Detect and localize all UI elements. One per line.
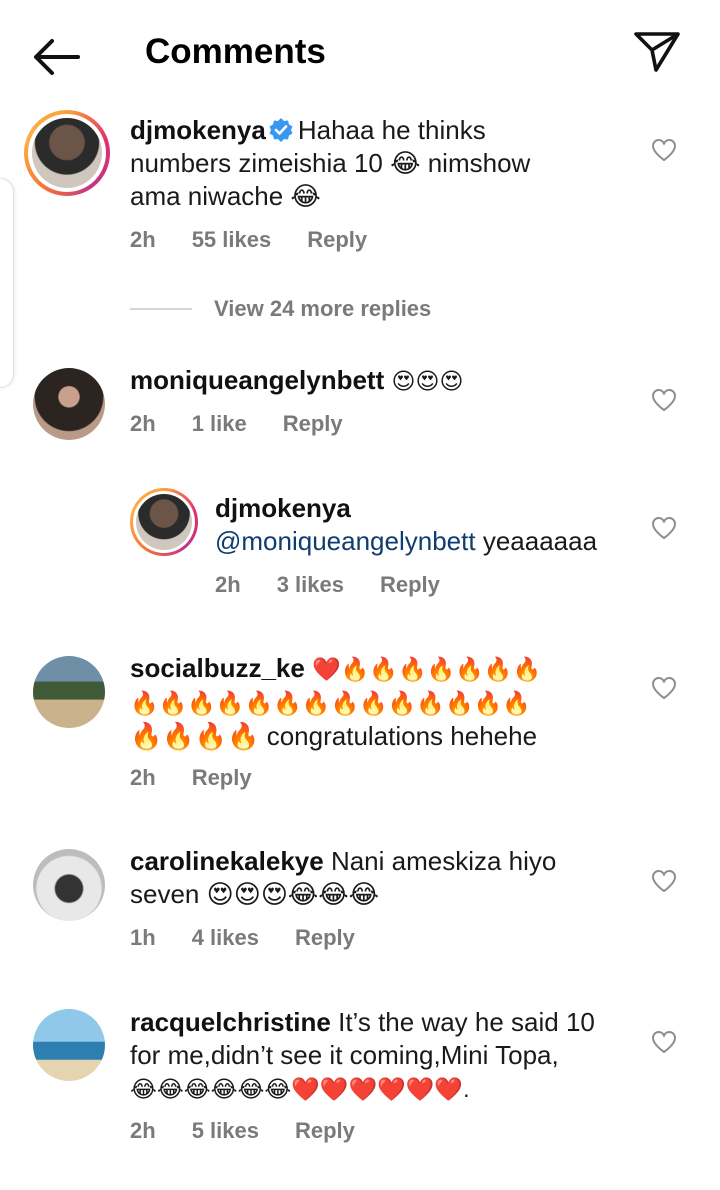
comment-username[interactable]: carolinekalekye: [130, 846, 324, 876]
comment-time: 2h: [130, 1118, 156, 1143]
comment-text-line: It’s the way he said 10: [338, 1007, 595, 1037]
comment-text-line: numbers zimeishia 10 😂 nimshow: [130, 148, 531, 178]
comment-text-line: ama niwache 😂: [130, 181, 321, 211]
avatar[interactable]: [136, 494, 192, 550]
comment-text-line: 🔥🔥🔥🔥🔥🔥🔥🔥🔥🔥🔥🔥🔥🔥: [130, 690, 531, 716]
view-more-replies-label: View 24 more replies: [214, 296, 432, 321]
comment-time: 2h: [215, 572, 241, 597]
header-bar: Comments: [0, 0, 720, 106]
reply-button[interactable]: Reply: [283, 411, 343, 436]
verified-badge-icon: [269, 118, 293, 142]
comment-meta: 2h 1 like Reply: [130, 411, 379, 437]
side-drawer-handle[interactable]: [0, 178, 14, 388]
avatar[interactable]: [33, 656, 105, 728]
avatar[interactable]: [33, 368, 105, 440]
comment-text-line: 😍😍😍: [391, 368, 464, 394]
comment-text-line: for me,didn’t see it coming,Mini Topa,: [130, 1040, 559, 1070]
avatar[interactable]: [33, 849, 105, 921]
comment-username[interactable]: moniqueangelynbett: [130, 365, 384, 395]
comment-meta: 2h 55 likes Reply: [130, 227, 403, 253]
heart-icon[interactable]: [651, 869, 677, 893]
reply-button[interactable]: Reply: [295, 1118, 355, 1143]
comment-time: 1h: [130, 925, 156, 950]
comment-text-line: Hahaa he thinks: [297, 115, 486, 145]
heart-icon[interactable]: [651, 516, 677, 540]
divider: [130, 308, 192, 310]
comment-text-line: seven 😍😍😍😂😂😂: [130, 879, 380, 909]
paper-plane-icon[interactable]: [632, 30, 682, 74]
like-count[interactable]: 4 likes: [192, 925, 259, 950]
heart-icon[interactable]: [651, 388, 677, 412]
comment-meta: 2h 3 likes Reply: [215, 572, 476, 598]
comment-text-line: ❤️🔥🔥🔥🔥🔥🔥🔥: [312, 656, 542, 682]
avatar[interactable]: [33, 1009, 105, 1081]
comment-time: 2h: [130, 227, 156, 252]
mention-link[interactable]: @moniqueangelynbett: [215, 526, 476, 556]
like-count[interactable]: 3 likes: [277, 572, 344, 597]
heart-icon[interactable]: [651, 1030, 677, 1054]
comment-text-line: 😂😂😂😂😂😂❤️❤️❤️❤️❤️❤️.: [130, 1076, 470, 1102]
view-more-replies-button[interactable]: View 24 more replies: [130, 292, 431, 326]
comment-username[interactable]: djmokenya: [215, 493, 351, 523]
comment-text-line: Nani ameskiza hiyo: [330, 846, 557, 876]
avatar[interactable]: [32, 118, 102, 188]
heart-icon[interactable]: [651, 676, 677, 700]
like-count[interactable]: 55 likes: [192, 227, 272, 252]
reply-button[interactable]: Reply: [192, 765, 252, 790]
like-count[interactable]: 5 likes: [192, 1118, 259, 1143]
reply-button[interactable]: Reply: [380, 572, 440, 597]
comment-meta: 2h 5 likes Reply: [130, 1118, 391, 1144]
page-title: Comments: [145, 32, 326, 71]
heart-icon[interactable]: [651, 138, 677, 162]
like-count[interactable]: 1 like: [192, 411, 247, 436]
comment-time: 2h: [130, 765, 156, 790]
comment-time: 2h: [130, 411, 156, 436]
comment-meta: 1h 4 likes Reply: [130, 925, 391, 951]
comment-username[interactable]: djmokenya: [130, 115, 266, 145]
comment-username[interactable]: socialbuzz_ke: [130, 653, 305, 683]
comment-text-line: 🔥🔥🔥🔥 congratulations hehehe: [130, 721, 538, 751]
comment-meta: 2h Reply: [130, 765, 288, 791]
comment-text-line: yeaaaaaa: [482, 526, 598, 556]
reply-button[interactable]: Reply: [307, 227, 367, 252]
comment-username[interactable]: racquelchristine: [130, 1007, 331, 1037]
reply-button[interactable]: Reply: [295, 925, 355, 950]
arrow-left-icon[interactable]: [30, 36, 82, 78]
